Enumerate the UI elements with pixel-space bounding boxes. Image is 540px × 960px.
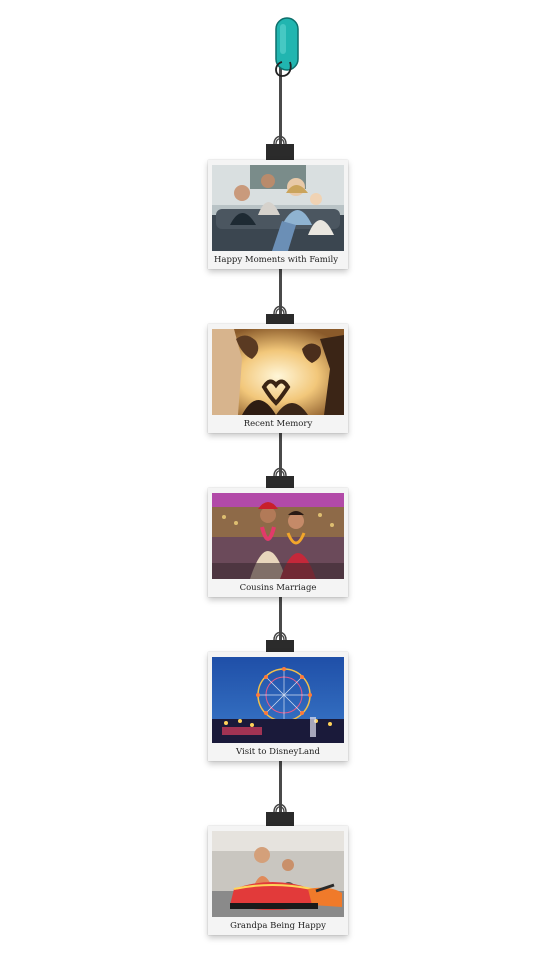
photo-card[interactable]: Cousins Marriage	[208, 488, 348, 597]
heart-hands-photo	[212, 329, 344, 415]
photo-caption: Happy Moments with Family	[214, 255, 339, 265]
photo-card[interactable]: Happy Moments with Family	[208, 160, 348, 269]
photo-caption: Recent Memory	[243, 419, 313, 429]
photo-caption: Grandpa Being Happy	[230, 921, 326, 931]
wedding-photo	[212, 493, 344, 579]
photo-hanger: Happy Moments with Family Recent Memory …	[0, 0, 540, 960]
wall-hook-icon	[275, 17, 299, 77]
binder-clip-icon	[266, 135, 294, 160]
binder-clip-icon	[266, 803, 294, 828]
photo-card[interactable]: Recent Memory	[208, 324, 348, 433]
photo-caption: Visit to DisneyLand	[236, 747, 320, 757]
ferris-wheel-photo	[212, 657, 344, 743]
bumper-car-photo	[212, 831, 344, 917]
family-photo	[212, 165, 344, 251]
photo-caption: Cousins Marriage	[239, 583, 317, 593]
photo-card[interactable]: Grandpa Being Happy	[208, 826, 348, 935]
photo-card[interactable]: Visit to DisneyLand	[208, 652, 348, 761]
